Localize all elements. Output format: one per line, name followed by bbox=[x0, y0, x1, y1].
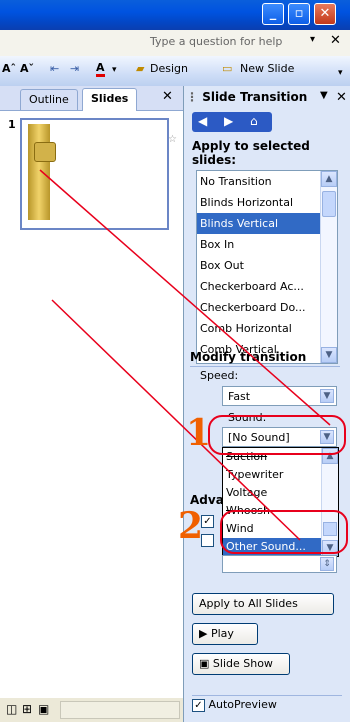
annotation-number-2: 2 bbox=[178, 505, 204, 547]
annotation-number-1: 1 bbox=[186, 412, 212, 454]
annotation-line-1 bbox=[39, 169, 331, 426]
annotation-overlay bbox=[39, 169, 331, 541]
annotation-circle-2 bbox=[220, 510, 348, 554]
annotation-circle-1 bbox=[208, 415, 346, 455]
